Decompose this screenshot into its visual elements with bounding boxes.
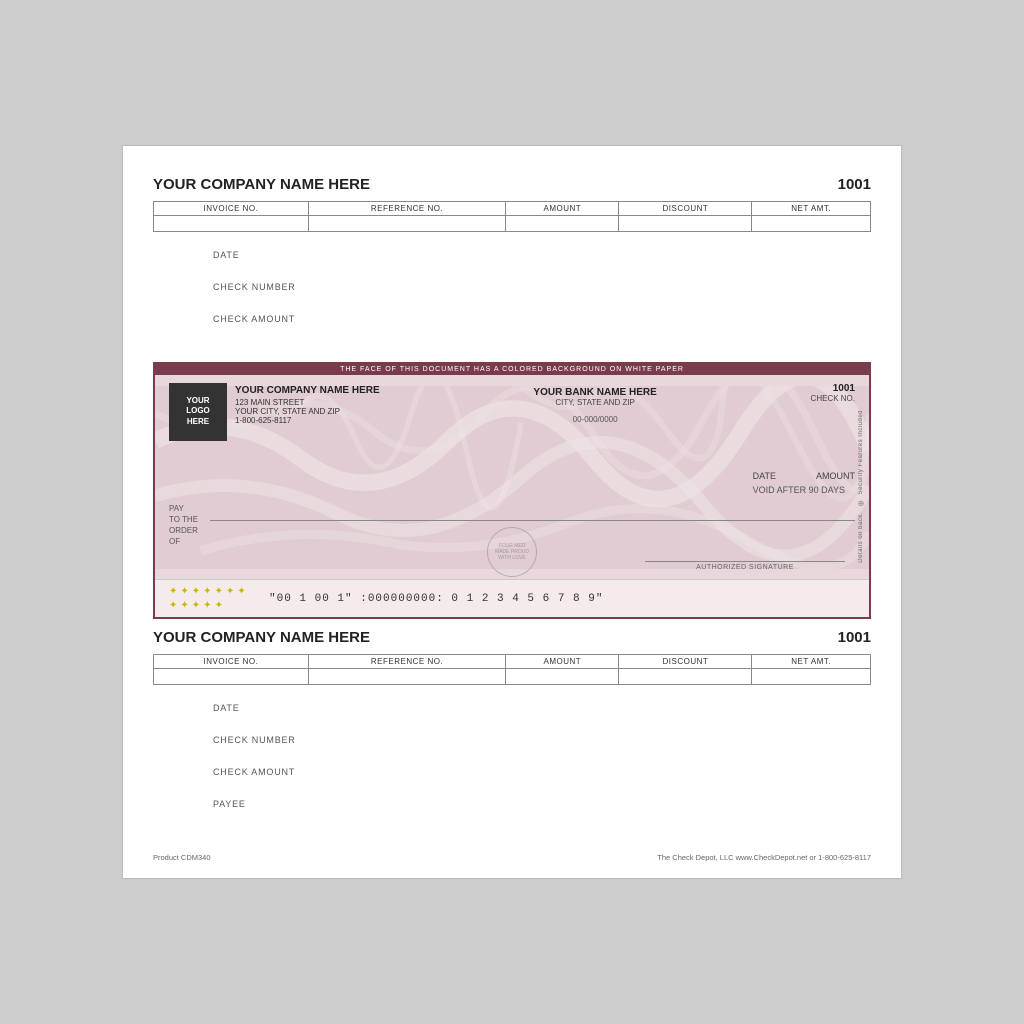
date-field-bottom: DATE <box>213 703 871 713</box>
col-net-amt: NET AMT. <box>752 201 871 215</box>
check-number-field-top: CHECK NUMBER <box>213 282 871 292</box>
amount-label: AMOUNT <box>816 471 855 481</box>
check-section: THE FACE OF THIS DOCUMENT HAS A COLORED … <box>153 362 871 620</box>
watermark-text: FOUR MED MADE PROUD WITH LOVE <box>492 543 532 561</box>
star-8: ✦ <box>169 600 177 611</box>
check-amount-field-top: CHECK AMOUNT <box>213 314 871 324</box>
logo-line3: HERE <box>187 417 209 427</box>
bottom-invoice-table: INVOICE NO. REFERENCE NO. AMOUNT DISCOUN… <box>153 654 871 685</box>
top-company-name: YOUR COMPANY NAME HERE <box>153 176 370 193</box>
check-company-name: YOUR COMPANY NAME HERE <box>235 383 380 398</box>
security-back-text: Details on back. <box>858 512 864 563</box>
logo-box: YOUR LOGO HERE <box>169 383 227 441</box>
top-stub-fields: DATE CHECK NUMBER CHECK AMOUNT <box>153 250 871 324</box>
col-invoice-no: INVOICE NO. <box>154 201 309 215</box>
star-7: ✦ <box>237 586 245 597</box>
watermark: FOUR MED MADE PROUD WITH LOVE <box>487 527 537 577</box>
security-icon: ⊕ <box>858 499 865 508</box>
signature-label: AUTHORIZED SIGNATURE <box>645 564 845 571</box>
security-features-text: Security Features Included <box>858 410 864 494</box>
star-9: ✦ <box>180 600 188 611</box>
check-document: YOUR COMPANY NAME HERE 1001 INVOICE NO. … <box>122 145 902 880</box>
bank-address: CITY, STATE AND ZIP <box>380 398 811 407</box>
check-number-display: 1001 <box>811 383 855 394</box>
micr-text: "00 1 00 1" :000000000: 0 1 2 3 4 5 6 7 … <box>269 593 603 605</box>
payee-field: PAYEE <box>213 799 871 809</box>
star-10: ✦ <box>192 600 200 611</box>
logo-line2: LOGO <box>186 406 210 416</box>
top-check-number: 1001 <box>838 176 871 193</box>
star-4: ✦ <box>203 586 211 597</box>
top-stub: YOUR COMPANY NAME HERE 1001 INVOICE NO. … <box>153 166 871 362</box>
page-footer: Product CDM340 The Check Depot, LLC www.… <box>153 847 871 862</box>
stars-pattern: ✦ ✦ ✦ ✦ ✦ ✦ ✦ ✦ ✦ ✦ ✦ ✦ <box>169 586 249 611</box>
pay-line <box>210 503 855 521</box>
check-no-label: CHECK NO. <box>811 394 855 403</box>
void-label: VOID AFTER 90 DAYS <box>169 485 845 495</box>
security-side: Security Features Included ⊕ Details on … <box>853 386 869 588</box>
bottom-stub: YOUR COMPANY NAME HERE 1001 INVOICE NO. … <box>153 619 871 837</box>
check-mid-row: DATE AMOUNT <box>169 471 855 481</box>
star-5: ✦ <box>215 586 223 597</box>
watermark-circle: FOUR MED MADE PROUD WITH LOVE <box>487 527 537 577</box>
check-right: 1001 CHECK NO. <box>811 383 855 403</box>
col-amount: AMOUNT <box>506 201 619 215</box>
star-12: ✦ <box>215 600 223 611</box>
date-field-top: DATE <box>213 250 871 260</box>
company-footer-info: The Check Depot, LLC www.CheckDepot.net … <box>657 853 871 862</box>
bank-name: YOUR BANK NAME HERE <box>380 387 811 398</box>
check-number-field-bottom: CHECK NUMBER <box>213 735 871 745</box>
check-address1: 123 MAIN STREET <box>235 398 380 407</box>
date-label: DATE <box>753 471 776 481</box>
top-invoice-table: INVOICE NO. REFERENCE NO. AMOUNT DISCOUN… <box>153 201 871 232</box>
product-code: Product CDM340 <box>153 853 211 862</box>
check-address2: YOUR CITY, STATE AND ZIP <box>235 407 380 416</box>
company-info: YOUR COMPANY NAME HERE 123 MAIN STREET Y… <box>235 383 380 425</box>
pay-label: PAYTO THEORDEROF <box>169 503 198 548</box>
logo-line1: YOUR <box>186 396 209 406</box>
check-left: YOUR LOGO HERE YOUR COMPANY NAME HERE 12… <box>169 383 380 441</box>
bottom-col-amount: AMOUNT <box>506 655 619 669</box>
star-6: ✦ <box>226 586 234 597</box>
signature-block: AUTHORIZED SIGNATURE <box>645 561 845 571</box>
bottom-stub-fields: DATE CHECK NUMBER CHECK AMOUNT PAYEE <box>153 703 871 809</box>
bottom-check-number: 1001 <box>838 629 871 646</box>
check-center: YOUR BANK NAME HERE CITY, STATE AND ZIP … <box>380 383 811 424</box>
security-banner: THE FACE OF THIS DOCUMENT HAS A COLORED … <box>155 364 869 375</box>
col-reference-no: REFERENCE NO. <box>308 201 505 215</box>
check-phone: 1-800-625-8117 <box>235 416 380 425</box>
star-1: ✦ <box>169 586 177 597</box>
star-3: ✦ <box>192 586 200 597</box>
signature-line <box>645 561 845 562</box>
micr-line: ✦ ✦ ✦ ✦ ✦ ✦ ✦ ✦ ✦ ✦ ✦ ✦ "00 1 00 1" :000… <box>155 579 869 617</box>
bottom-col-net-amt: NET AMT. <box>752 655 871 669</box>
bottom-col-reference-no: REFERENCE NO. <box>308 655 505 669</box>
bottom-col-invoice-no: INVOICE NO. <box>154 655 309 669</box>
star-11: ✦ <box>203 600 211 611</box>
col-discount: DISCOUNT <box>619 201 752 215</box>
bottom-company-name: YOUR COMPANY NAME HERE <box>153 629 370 646</box>
check-amount-field-bottom: CHECK AMOUNT <box>213 767 871 777</box>
check-top-row: YOUR LOGO HERE YOUR COMPANY NAME HERE 12… <box>169 383 855 441</box>
routing-number: 00-000/0000 <box>380 415 811 424</box>
bottom-col-discount: DISCOUNT <box>619 655 752 669</box>
star-2: ✦ <box>180 586 188 597</box>
